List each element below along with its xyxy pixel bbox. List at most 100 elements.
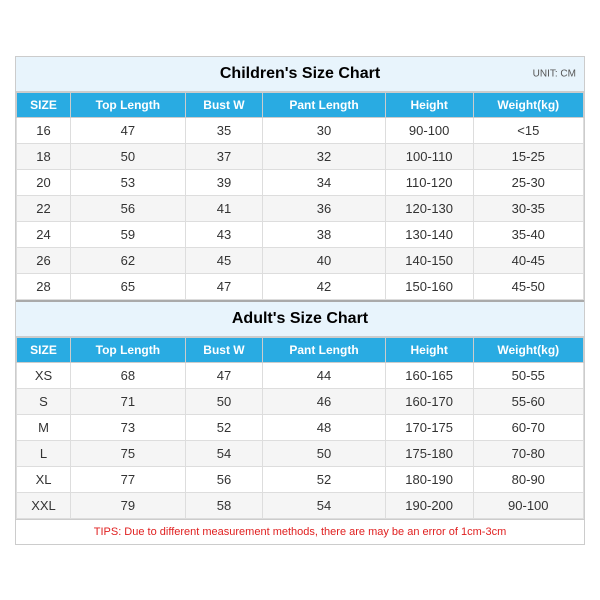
table-cell: 140-150 xyxy=(385,247,473,273)
table-row: 20533934110-12025-30 xyxy=(17,169,584,195)
table-cell: 50 xyxy=(185,388,263,414)
table-cell: 50 xyxy=(71,143,186,169)
table-cell: 90-100 xyxy=(385,117,473,143)
table-cell: 47 xyxy=(185,362,263,388)
table-cell: 42 xyxy=(263,273,386,299)
children-col-top-length: Top Length xyxy=(71,92,186,117)
table-cell: 54 xyxy=(263,492,386,518)
table-cell: 45-50 xyxy=(473,273,583,299)
table-cell: 71 xyxy=(71,388,186,414)
table-cell: XS xyxy=(17,362,71,388)
adult-col-pant-length: Pant Length xyxy=(263,337,386,362)
table-cell: 15-25 xyxy=(473,143,583,169)
tips-text: TIPS: Due to different measurement metho… xyxy=(16,519,584,544)
table-row: 18503732100-11015-25 xyxy=(17,143,584,169)
table-cell: 52 xyxy=(263,466,386,492)
table-cell: 28 xyxy=(17,273,71,299)
table-cell: 110-120 xyxy=(385,169,473,195)
table-row: 1647353090-100<15 xyxy=(17,117,584,143)
size-chart-container: Children's Size Chart UNIT: CM SIZE Top … xyxy=(15,56,585,545)
children-table: SIZE Top Length Bust W Pant Length Heigh… xyxy=(16,92,584,300)
table-cell: 73 xyxy=(71,414,186,440)
table-cell: 54 xyxy=(185,440,263,466)
table-row: 26624540140-15040-45 xyxy=(17,247,584,273)
table-cell: 34 xyxy=(263,169,386,195)
table-cell: <15 xyxy=(473,117,583,143)
table-cell: 32 xyxy=(263,143,386,169)
table-cell: 60-70 xyxy=(473,414,583,440)
table-cell: 44 xyxy=(263,362,386,388)
table-cell: 35-40 xyxy=(473,221,583,247)
table-cell: 79 xyxy=(71,492,186,518)
table-cell: S xyxy=(17,388,71,414)
table-cell: 41 xyxy=(185,195,263,221)
table-cell: 56 xyxy=(185,466,263,492)
table-cell: 160-165 xyxy=(385,362,473,388)
table-cell: XL xyxy=(17,466,71,492)
table-cell: 56 xyxy=(71,195,186,221)
table-cell: 170-175 xyxy=(385,414,473,440)
adult-table: SIZE Top Length Bust W Pant Length Heigh… xyxy=(16,337,584,519)
table-cell: 120-130 xyxy=(385,195,473,221)
table-cell: 130-140 xyxy=(385,221,473,247)
table-cell: 190-200 xyxy=(385,492,473,518)
table-row: 28654742150-16045-50 xyxy=(17,273,584,299)
table-row: M735248170-17560-70 xyxy=(17,414,584,440)
table-cell: 22 xyxy=(17,195,71,221)
table-cell: 62 xyxy=(71,247,186,273)
adult-col-top-length: Top Length xyxy=(71,337,186,362)
table-cell: 37 xyxy=(185,143,263,169)
table-cell: 16 xyxy=(17,117,71,143)
table-cell: 36 xyxy=(263,195,386,221)
table-cell: 160-170 xyxy=(385,388,473,414)
table-cell: 52 xyxy=(185,414,263,440)
table-cell: 18 xyxy=(17,143,71,169)
adult-header-row: SIZE Top Length Bust W Pant Length Heigh… xyxy=(17,337,584,362)
children-col-size: SIZE xyxy=(17,92,71,117)
table-cell: 46 xyxy=(263,388,386,414)
table-cell: M xyxy=(17,414,71,440)
table-cell: 26 xyxy=(17,247,71,273)
table-cell: 43 xyxy=(185,221,263,247)
table-cell: 75 xyxy=(71,440,186,466)
table-cell: 175-180 xyxy=(385,440,473,466)
table-cell: 47 xyxy=(185,273,263,299)
table-cell: 70-80 xyxy=(473,440,583,466)
table-cell: 24 xyxy=(17,221,71,247)
table-cell: 55-60 xyxy=(473,388,583,414)
table-cell: 38 xyxy=(263,221,386,247)
adult-col-size: SIZE xyxy=(17,337,71,362)
table-cell: 180-190 xyxy=(385,466,473,492)
table-cell: 50 xyxy=(263,440,386,466)
adult-col-bust: Bust W xyxy=(185,337,263,362)
table-cell: 53 xyxy=(71,169,186,195)
children-col-weight: Weight(kg) xyxy=(473,92,583,117)
children-col-height: Height xyxy=(385,92,473,117)
children-title: Children's Size Chart xyxy=(220,65,380,82)
table-cell: 25-30 xyxy=(473,169,583,195)
table-cell: 150-160 xyxy=(385,273,473,299)
table-row: XXL795854190-20090-100 xyxy=(17,492,584,518)
table-cell: 47 xyxy=(71,117,186,143)
adult-title: Adult's Size Chart xyxy=(232,310,368,327)
table-cell: 20 xyxy=(17,169,71,195)
table-cell: 39 xyxy=(185,169,263,195)
children-section-header: Children's Size Chart UNIT: CM xyxy=(16,57,584,92)
table-cell: 59 xyxy=(71,221,186,247)
table-row: S715046160-17055-60 xyxy=(17,388,584,414)
table-row: XS684744160-16550-55 xyxy=(17,362,584,388)
adult-section-header: Adult's Size Chart xyxy=(16,300,584,337)
table-row: 24594338130-14035-40 xyxy=(17,221,584,247)
table-row: L755450175-18070-80 xyxy=(17,440,584,466)
table-cell: 58 xyxy=(185,492,263,518)
table-cell: 50-55 xyxy=(473,362,583,388)
children-col-pant-length: Pant Length xyxy=(263,92,386,117)
table-row: 22564136120-13030-35 xyxy=(17,195,584,221)
children-col-bust: Bust W xyxy=(185,92,263,117)
table-cell: 45 xyxy=(185,247,263,273)
table-cell: XXL xyxy=(17,492,71,518)
table-cell: 48 xyxy=(263,414,386,440)
table-cell: 65 xyxy=(71,273,186,299)
adult-col-height: Height xyxy=(385,337,473,362)
adult-col-weight: Weight(kg) xyxy=(473,337,583,362)
